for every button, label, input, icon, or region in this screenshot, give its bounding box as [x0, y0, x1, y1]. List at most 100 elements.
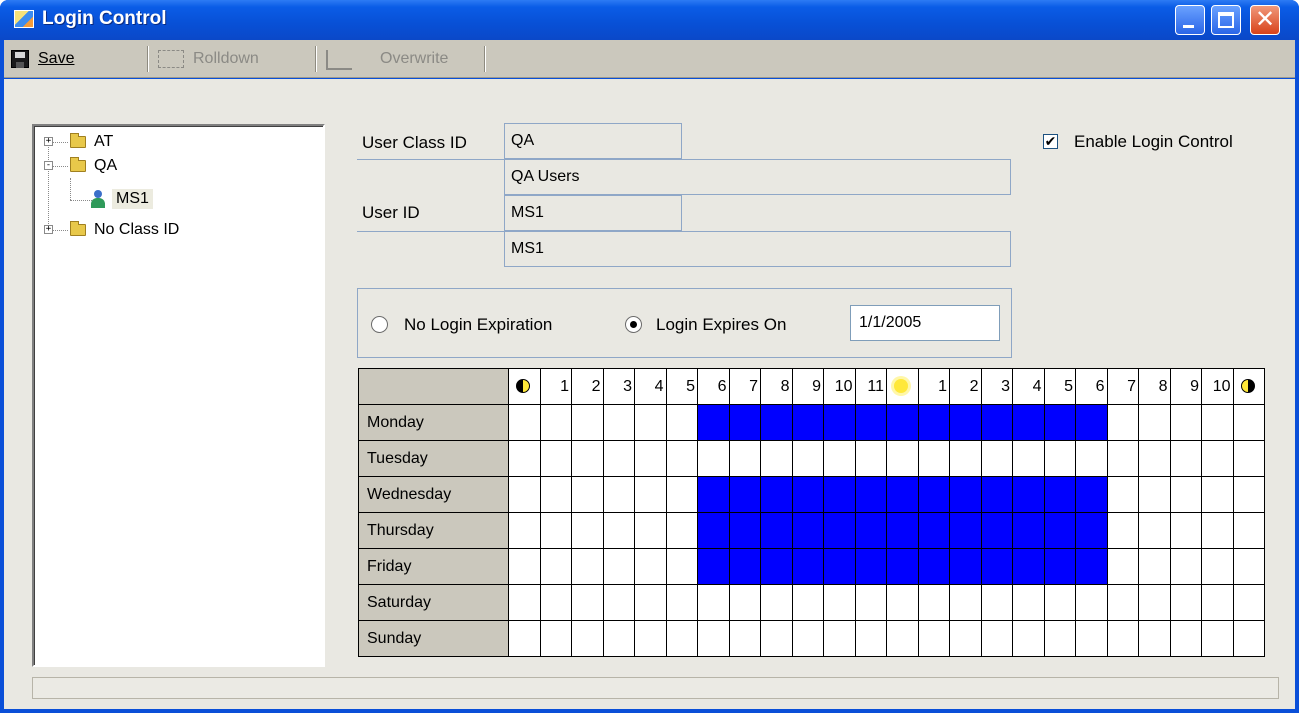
hour-cell[interactable] [1232, 620, 1265, 657]
tree-item-at[interactable]: + AT [42, 132, 302, 152]
hour-cell[interactable] [1043, 620, 1076, 657]
hour-cell[interactable] [791, 440, 824, 477]
hour-cell[interactable] [1012, 584, 1045, 621]
hour-cell[interactable] [571, 620, 604, 657]
hour-cell[interactable] [602, 440, 635, 477]
hour-cell[interactable] [665, 584, 698, 621]
hour-cell[interactable] [791, 584, 824, 621]
hour-cell[interactable] [571, 512, 604, 549]
no-login-expiration-radio[interactable] [371, 316, 388, 333]
hour-cell[interactable] [949, 620, 982, 657]
hour-cell[interactable] [760, 512, 793, 549]
hour-header[interactable]: 9 [791, 368, 824, 405]
day-label[interactable]: Thursday [358, 512, 509, 549]
hour-cell[interactable] [508, 404, 541, 441]
midnight-header[interactable] [508, 368, 541, 405]
login-schedule-grid[interactable]: 1 2 3 4 5 6 7 8 9 10 11 1 2 3 4 5 6 7 8 9 10 Monday Tuesday We… [358, 368, 1265, 657]
hour-cell[interactable] [1169, 584, 1202, 621]
hour-cell[interactable] [1201, 440, 1234, 477]
hour-cell[interactable] [697, 512, 730, 549]
hour-cell[interactable] [791, 512, 824, 549]
hour-cell[interactable] [1075, 512, 1108, 549]
hour-cell[interactable] [697, 476, 730, 513]
hour-cell[interactable] [917, 548, 950, 585]
hour-cell[interactable] [1138, 620, 1171, 657]
hour-cell[interactable] [728, 440, 761, 477]
hour-cell[interactable] [508, 476, 541, 513]
save-icon[interactable] [11, 50, 29, 68]
hour-header[interactable]: 3 [602, 368, 635, 405]
hour-cell[interactable] [728, 584, 761, 621]
hour-cell[interactable] [980, 548, 1013, 585]
hour-cell[interactable] [1232, 440, 1265, 477]
hour-cell[interactable] [1201, 620, 1234, 657]
hour-cell[interactable] [1043, 512, 1076, 549]
hour-header[interactable]: 8 [1138, 368, 1171, 405]
hour-cell[interactable] [539, 440, 572, 477]
hour-cell[interactable] [571, 440, 604, 477]
hour-cell[interactable] [508, 620, 541, 657]
hour-cell[interactable] [949, 440, 982, 477]
hour-cell[interactable] [634, 512, 667, 549]
expiration-date-input[interactable]: 1/1/2005 [850, 305, 1000, 341]
hour-cell[interactable] [791, 548, 824, 585]
hour-header[interactable]: 4 [634, 368, 667, 405]
hour-cell[interactable] [949, 548, 982, 585]
hour-header[interactable]: 7 [728, 368, 761, 405]
hour-cell[interactable] [1106, 620, 1139, 657]
hour-header[interactable]: 10 [823, 368, 856, 405]
hour-cell[interactable] [854, 512, 887, 549]
hour-cell[interactable] [1169, 548, 1202, 585]
tree-item-ms1[interactable]: MS1 [90, 189, 210, 209]
hour-cell[interactable] [1106, 476, 1139, 513]
hour-header[interactable]: 2 [949, 368, 982, 405]
hour-cell[interactable] [980, 620, 1013, 657]
hour-cell[interactable] [571, 476, 604, 513]
hour-cell[interactable] [665, 476, 698, 513]
hour-cell[interactable] [980, 512, 1013, 549]
hour-cell[interactable] [854, 476, 887, 513]
hour-cell[interactable] [508, 584, 541, 621]
hour-header[interactable]: 6 [1075, 368, 1108, 405]
hour-cell[interactable] [886, 548, 919, 585]
hour-cell[interactable] [1012, 620, 1045, 657]
rolldown-button[interactable]: Rolldown [193, 50, 259, 68]
login-expires-on-label[interactable]: Login Expires On [656, 315, 786, 335]
day-label[interactable]: Saturday [358, 584, 509, 621]
hour-cell[interactable] [980, 476, 1013, 513]
hour-cell[interactable] [823, 476, 856, 513]
hour-cell[interactable] [697, 440, 730, 477]
maximize-button[interactable] [1211, 5, 1241, 35]
hour-cell[interactable] [917, 440, 950, 477]
hour-cell[interactable] [949, 512, 982, 549]
hour-cell[interactable] [508, 440, 541, 477]
hour-cell[interactable] [886, 512, 919, 549]
hour-cell[interactable] [1232, 548, 1265, 585]
hour-cell[interactable] [823, 512, 856, 549]
hour-cell[interactable] [1106, 440, 1139, 477]
hour-cell[interactable] [1232, 404, 1265, 441]
hour-cell[interactable] [760, 620, 793, 657]
hour-cell[interactable] [949, 404, 982, 441]
login-expires-on-radio[interactable] [625, 316, 642, 333]
hour-cell[interactable] [1138, 404, 1171, 441]
hour-cell[interactable] [1012, 476, 1045, 513]
enable-login-control-checkbox[interactable]: ✔ [1043, 134, 1058, 149]
hour-cell[interactable] [760, 440, 793, 477]
hour-cell[interactable] [634, 620, 667, 657]
day-label[interactable]: Tuesday [358, 440, 509, 477]
hour-cell[interactable] [1201, 584, 1234, 621]
hour-cell[interactable] [1075, 548, 1108, 585]
hour-cell[interactable] [823, 440, 856, 477]
hour-cell[interactable] [697, 620, 730, 657]
hour-cell[interactable] [823, 620, 856, 657]
hour-cell[interactable] [1106, 404, 1139, 441]
hour-cell[interactable] [728, 512, 761, 549]
hour-cell[interactable] [1075, 476, 1108, 513]
hour-cell[interactable] [665, 404, 698, 441]
hour-header[interactable]: 3 [980, 368, 1013, 405]
hour-cell[interactable] [886, 584, 919, 621]
hour-cell[interactable] [571, 584, 604, 621]
hour-cell[interactable] [634, 584, 667, 621]
hour-cell[interactable] [1201, 512, 1234, 549]
